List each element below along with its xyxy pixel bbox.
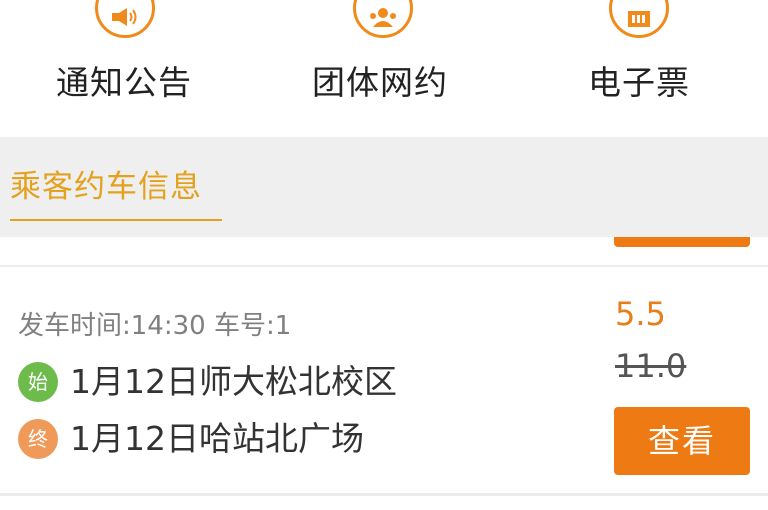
top-menu: 通知公告 团体网约 电子票 <box>0 0 768 137</box>
departure-info: 发车时间:14:30 车号:1 <box>18 311 292 341</box>
end-badge: 终 <box>18 419 58 459</box>
start-stop-text: 1月12日师大松北校区 <box>70 362 397 401</box>
section-title[interactable]: 乘客约车信息 <box>10 161 202 206</box>
ticket-icon <box>609 0 669 38</box>
menu-label-eticket: 电子票 <box>588 63 690 102</box>
view-button[interactable]: 查看 <box>614 407 750 475</box>
next-card-top <box>0 496 768 510</box>
trip-card: 发车时间:14:30 车号:1 始 1月12日师大松北校区 终 1月12日哈站北… <box>0 267 768 493</box>
original-price: 11.0 <box>615 347 687 385</box>
menu-item-group-booking[interactable]: 团体网约 <box>284 0 484 137</box>
section-underline <box>10 219 222 221</box>
group-icon <box>353 0 413 38</box>
menu-item-notice[interactable]: 通知公告 <box>28 0 228 137</box>
previous-view-button[interactable] <box>614 237 750 247</box>
menu-item-eticket[interactable]: 电子票 <box>560 0 760 137</box>
end-stop-text: 1月12日哈站北广场 <box>70 419 364 458</box>
menu-label-group-booking: 团体网约 <box>312 63 448 102</box>
menu-label-notice: 通知公告 <box>56 63 192 102</box>
previous-trip-card <box>0 237 768 267</box>
section-header: 乘客约车信息 <box>0 137 768 237</box>
speaker-icon <box>95 0 155 38</box>
discount-price: 5.5 <box>615 295 666 333</box>
start-badge: 始 <box>18 362 58 402</box>
